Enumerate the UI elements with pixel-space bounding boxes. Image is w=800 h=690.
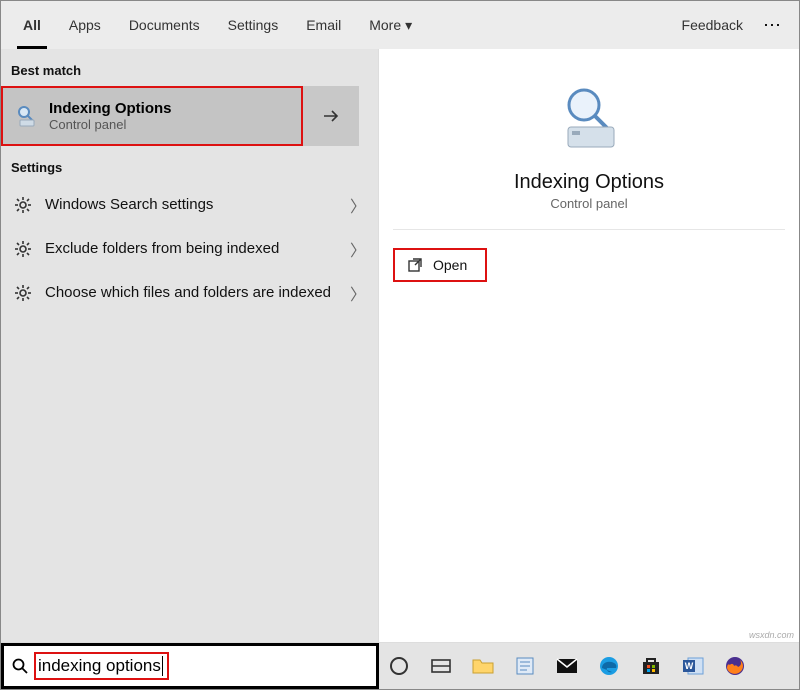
setting-item-choose-files-folders[interactable]: Choose which files and folders are index…	[1, 271, 378, 315]
notepad-icon[interactable]	[513, 654, 537, 678]
cortana-ring-icon[interactable]	[387, 654, 411, 678]
chevron-right-icon: 〉	[350, 281, 366, 305]
settings-heading: Settings	[1, 146, 378, 183]
tab-settings[interactable]: Settings	[214, 1, 293, 49]
svg-text:W: W	[685, 661, 694, 671]
indexing-options-large-icon	[550, 79, 628, 157]
preview-title: Indexing Options	[514, 171, 664, 194]
results-pane: Best match Indexing Options Control pane…	[1, 49, 379, 642]
open-button[interactable]: Open	[393, 248, 487, 282]
more-options-button[interactable]: ⋯	[753, 15, 791, 36]
file-explorer-icon[interactable]	[471, 654, 495, 678]
gear-icon	[13, 239, 33, 259]
gear-icon	[13, 283, 33, 303]
chevron-right-icon: 〉	[350, 193, 366, 217]
open-icon	[407, 257, 423, 273]
setting-item-windows-search[interactable]: Windows Search settings 〉	[1, 183, 378, 227]
tab-apps[interactable]: Apps	[55, 1, 115, 49]
feedback-link[interactable]: Feedback	[672, 17, 753, 33]
task-view-icon[interactable]	[429, 654, 453, 678]
best-match-expand-button[interactable]	[303, 86, 359, 146]
filter-tabs: All Apps Documents Settings Email More ▾…	[1, 1, 799, 49]
search-icon	[12, 658, 28, 674]
firefox-icon[interactable]	[723, 654, 747, 678]
preview-subtitle: Control panel	[550, 196, 627, 211]
tab-documents[interactable]: Documents	[115, 1, 214, 49]
chevron-right-icon: 〉	[350, 237, 366, 261]
preview-pane: Indexing Options Control panel Open wsxd…	[379, 49, 799, 642]
best-match-heading: Best match	[1, 49, 378, 86]
gear-icon	[13, 195, 33, 215]
chevron-down-icon: ▾	[405, 17, 412, 34]
mail-icon[interactable]	[555, 654, 579, 678]
taskbar: W	[379, 643, 799, 689]
search-box[interactable]: indexing options	[1, 643, 379, 689]
watermark: wsxdn.com	[749, 630, 794, 640]
indexing-options-icon	[13, 103, 39, 129]
text-cursor	[162, 656, 163, 676]
tab-email[interactable]: Email	[292, 1, 355, 49]
tab-more[interactable]: More ▾	[355, 1, 426, 49]
best-match-result[interactable]: Indexing Options Control panel	[1, 86, 303, 146]
arrow-right-icon	[320, 105, 342, 127]
word-icon[interactable]: W	[681, 654, 705, 678]
tab-all[interactable]: All	[9, 1, 55, 49]
microsoft-store-icon[interactable]	[639, 654, 663, 678]
edge-icon[interactable]	[597, 654, 621, 678]
search-input-text: indexing options	[38, 656, 161, 676]
best-match-subtitle: Control panel	[49, 117, 172, 132]
setting-item-exclude-folders[interactable]: Exclude folders from being indexed 〉	[1, 227, 378, 271]
best-match-title: Indexing Options	[49, 100, 172, 117]
